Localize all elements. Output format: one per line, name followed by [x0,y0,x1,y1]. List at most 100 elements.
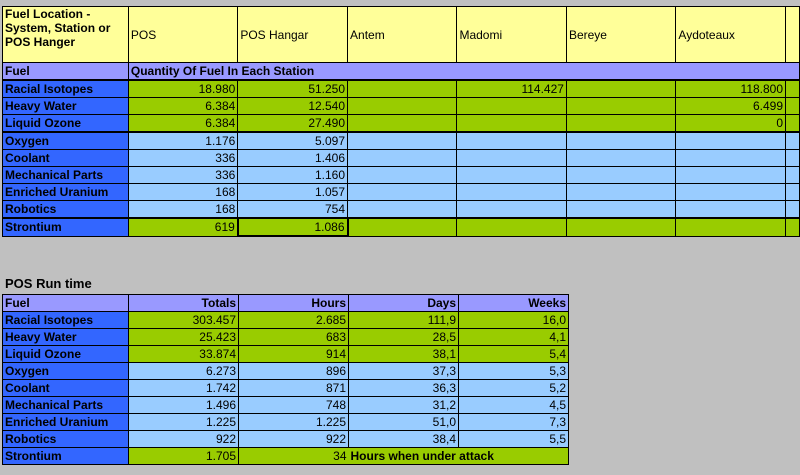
quantity-cell[interactable]: 336 [127,149,239,167]
rt-value-cell[interactable]: 28,5 [348,328,459,346]
quantity-cell[interactable] [456,217,567,237]
quantity-cell[interactable] [456,131,567,150]
fuel-label[interactable]: Fuel [2,62,129,81]
header-bereye[interactable]: Bereye [565,6,677,63]
quantity-cell[interactable] [565,131,677,150]
quantity-cell[interactable] [347,166,458,184]
quantity-cell[interactable]: 754 [237,200,349,219]
fuel-name-cell[interactable]: Heavy Water [2,97,129,115]
quantity-cell[interactable] [565,97,677,115]
quantity-cell[interactable] [456,183,567,201]
quantity-cell[interactable] [675,166,787,184]
quantity-cell[interactable] [565,149,677,167]
rt-fuel-name-cell[interactable]: Enriched Uranium [2,413,129,431]
quantity-cell[interactable]: 1.160 [237,166,349,184]
rt-header-days[interactable]: Days [348,294,459,312]
quantity-cell[interactable] [456,166,567,184]
quantity-cell[interactable]: 0 [675,114,787,133]
rt-value-cell[interactable]: 4,1 [458,328,569,346]
rt-header-hours[interactable]: Hours [238,294,349,312]
fuel-name-cell[interactable]: Enriched Uranium [2,183,129,201]
rt-fuel-name-cell[interactable]: Coolant [2,379,129,397]
quantity-cell[interactable] [456,149,567,167]
rt-value-cell[interactable]: 1.225 [238,413,349,431]
quantity-cell[interactable] [785,149,800,167]
rt-value-cell[interactable]: 5,4 [458,345,569,363]
quantity-cell[interactable] [347,97,458,115]
fuel-name-cell[interactable]: Mechanical Parts [2,166,129,184]
fuel-name-cell[interactable]: Liquid Ozone [2,114,129,133]
quantity-cell[interactable] [785,183,800,201]
rt-strontium-note[interactable]: Hours when under attack [348,447,569,465]
quantity-cell[interactable]: 1.176 [127,131,239,150]
quantity-cell[interactable] [565,200,677,219]
rt-value-cell[interactable]: 6.273 [128,362,239,380]
fuel-name-cell[interactable]: Oxygen [2,131,129,150]
rt-value-cell[interactable]: 303.457 [128,311,239,329]
quantity-cell[interactable] [785,217,800,237]
header-next[interactable] [785,6,800,63]
quantity-cell[interactable] [785,114,800,133]
rt-value-cell[interactable]: 748 [238,396,349,414]
rt-value-cell[interactable]: 5,3 [458,362,569,380]
quantity-cell[interactable] [565,183,677,201]
quantity-cell[interactable] [675,131,787,150]
quantity-cell[interactable] [347,149,458,167]
quantity-cell[interactable]: 6.384 [127,97,239,115]
rt-value-cell[interactable]: 31,2 [348,396,459,414]
quantity-cell[interactable]: 1.406 [237,149,349,167]
quantity-cell[interactable] [675,183,787,201]
quantity-cell[interactable] [785,200,800,219]
rt-value-cell[interactable]: 871 [238,379,349,397]
header-antem[interactable]: Antem [347,6,458,63]
quantity-cell[interactable] [565,114,677,133]
rt-value-cell[interactable]: 1.496 [128,396,239,414]
quantity-cell[interactable] [347,183,458,201]
quantity-cell[interactable]: 1.086 [236,217,349,237]
quantity-cell[interactable] [456,97,567,115]
quantity-cell[interactable] [565,166,677,184]
quantity-cell[interactable]: 168 [127,200,239,219]
rt-fuel-name-cell[interactable]: Robotics [2,430,129,448]
quantity-cell[interactable]: 168 [127,183,239,201]
rt-value-cell[interactable]: 51,0 [348,413,459,431]
rt-fuel-name-cell[interactable]: Mechanical Parts [2,396,129,414]
quantity-cell[interactable] [347,114,458,133]
rt-value-cell[interactable]: 33.874 [128,345,239,363]
rt-header-weeks[interactable]: Weeks [458,294,569,312]
header-pos[interactable]: POS [127,6,239,63]
rt-value-cell[interactable]: 5,2 [458,379,569,397]
quantity-cell[interactable] [675,200,787,219]
quantity-cell[interactable] [785,97,800,115]
run-time-title[interactable]: POS Run time [5,276,92,291]
header-pos-hangar[interactable]: POS Hangar [237,6,349,63]
rt-strontium-name[interactable]: Strontium [2,447,129,465]
rt-strontium-total[interactable]: 1.705 [128,447,239,465]
rt-value-cell[interactable]: 111,9 [348,311,459,329]
rt-value-cell[interactable]: 37,3 [348,362,459,380]
quantity-cell[interactable]: 51.250 [237,79,349,98]
rt-value-cell[interactable]: 914 [238,345,349,363]
fuel-name-cell[interactable]: Racial Isotopes [2,79,129,98]
quantity-cell[interactable]: 1.057 [237,183,349,201]
rt-fuel-name-cell[interactable]: Heavy Water [2,328,129,346]
rt-value-cell[interactable]: 16,0 [458,311,569,329]
quantity-cell[interactable] [347,79,458,98]
rt-fuel-name-cell[interactable]: Liquid Ozone [2,345,129,363]
quantity-cell[interactable] [785,166,800,184]
quantity-cell[interactable]: 336 [127,166,239,184]
rt-value-cell[interactable]: 2.685 [238,311,349,329]
section-label[interactable]: Quantity Of Fuel In Each Station [127,62,800,81]
rt-fuel-name-cell[interactable]: Oxygen [2,362,129,380]
quantity-cell[interactable] [347,131,458,150]
rt-value-cell[interactable]: 683 [238,328,349,346]
quantity-cell[interactable]: 118.800 [675,79,787,98]
rt-value-cell[interactable]: 4,5 [458,396,569,414]
rt-value-cell[interactable]: 896 [238,362,349,380]
fuel-name-cell[interactable]: Coolant [2,149,129,167]
quantity-cell[interactable] [565,217,677,237]
quantity-cell[interactable] [456,114,567,133]
rt-value-cell[interactable]: 922 [238,430,349,448]
rt-value-cell[interactable]: 38,1 [348,345,459,363]
quantity-cell[interactable]: 619 [127,217,239,237]
